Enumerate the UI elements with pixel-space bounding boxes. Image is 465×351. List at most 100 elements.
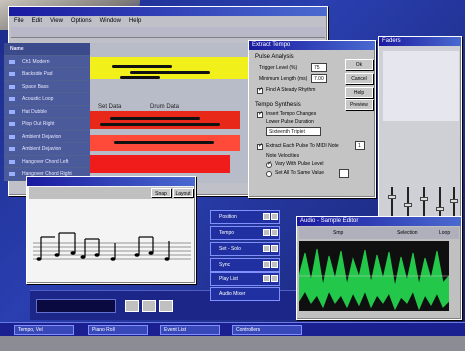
panel-min-icon[interactable] xyxy=(271,229,278,236)
fader-knob[interactable] xyxy=(420,197,428,201)
waveform-display[interactable] xyxy=(299,241,449,311)
panel-min-icon[interactable] xyxy=(271,275,278,282)
same-value-radio[interactable] xyxy=(266,171,272,177)
track-row[interactable]: Ambient Dejavion xyxy=(4,143,90,156)
menu-view[interactable]: View xyxy=(50,17,63,26)
insert-tempo-checkbox[interactable] xyxy=(257,110,263,118)
selection-tab[interactable]: Selection xyxy=(397,229,418,237)
track-row[interactable]: Acoustic Loop xyxy=(4,93,90,106)
track-led-icon xyxy=(9,72,15,76)
taskbar-item-event-list[interactable]: Event List xyxy=(160,325,220,335)
fader-knob[interactable] xyxy=(388,195,396,199)
fader-strip-area xyxy=(383,51,459,121)
smp-tab[interactable]: Smp xyxy=(333,229,343,237)
stop-button[interactable] xyxy=(142,300,156,312)
track-name: Space Bass xyxy=(22,83,49,90)
panel-tempo[interactable]: Tempo xyxy=(210,226,280,240)
note-event[interactable] xyxy=(110,117,200,120)
fader-knob[interactable] xyxy=(450,199,458,203)
panel-sync[interactable]: Sync xyxy=(210,258,280,272)
red-region-bright[interactable] xyxy=(90,155,230,173)
music-staff[interactable] xyxy=(29,203,195,283)
sample-editor-window[interactable]: Audio - Sample Editor Smp Selection Loop xyxy=(296,216,462,320)
loop-tab[interactable]: Loop xyxy=(439,229,450,237)
menu-edit[interactable]: Edit xyxy=(32,17,42,26)
track-row[interactable]: Hat Dubble xyxy=(4,105,90,118)
main-window-title xyxy=(9,7,327,16)
panel-close-icon[interactable] xyxy=(263,245,270,252)
same-value-field[interactable] xyxy=(339,169,349,178)
track-name: Hangover Chord Left xyxy=(22,158,69,165)
extract-each-label: Extract Each Pulse To MIDI Note xyxy=(266,143,339,149)
red-region-dark[interactable] xyxy=(90,111,240,129)
taskbar: Tempo, Vel Piano Roll Event List Control… xyxy=(0,322,465,336)
panel-min-icon[interactable] xyxy=(271,213,278,220)
track-row[interactable]: Plop Out Right xyxy=(4,118,90,131)
panel-min-icon[interactable] xyxy=(271,245,278,252)
note-event[interactable] xyxy=(114,141,214,144)
steady-rhythm-checkbox[interactable] xyxy=(257,86,263,94)
note-velocities-label: Note Velocities xyxy=(266,153,300,159)
menu-options[interactable]: Options xyxy=(71,17,92,26)
menu-file[interactable]: File xyxy=(14,17,24,26)
note-event[interactable] xyxy=(130,71,210,74)
track-row[interactable]: Backside Pad xyxy=(4,68,90,81)
taskbar-item-piano-roll[interactable]: Piano Roll xyxy=(88,325,148,335)
transport-bar[interactable]: Audio Mixer xyxy=(30,287,300,320)
panel-close-icon[interactable] xyxy=(263,261,270,268)
track-row[interactable]: Ambient Dejavion xyxy=(4,130,90,143)
vary-pulse-label: Vary With Pulse Level xyxy=(275,161,324,167)
trigger-level-label: Trigger Level (%) xyxy=(259,65,298,71)
menu-help[interactable]: Help xyxy=(129,17,141,26)
panel-position[interactable]: Position xyxy=(210,210,280,224)
faders-window[interactable]: Faders xyxy=(378,36,462,232)
help-button[interactable]: Help xyxy=(345,87,373,98)
extract-tempo-dialog[interactable]: Extract Tempo Pulse Analysis Trigger Lev… xyxy=(248,40,376,198)
main-toolbar xyxy=(11,27,325,38)
pulse-analysis-heading: Pulse Analysis xyxy=(255,54,294,60)
track-row[interactable]: Ch1 Modern xyxy=(4,55,90,68)
yellow-region[interactable] xyxy=(90,57,250,79)
menu-window[interactable]: Window xyxy=(100,17,121,26)
panel-close-icon[interactable] xyxy=(263,213,270,220)
sample-editor-toolbar xyxy=(299,227,459,239)
extract-each-checkbox[interactable] xyxy=(257,142,263,150)
score-title xyxy=(27,177,195,186)
min-length-field[interactable]: 7.00 xyxy=(311,74,327,83)
preview-button[interactable]: Preview xyxy=(345,99,373,110)
track-led-icon xyxy=(9,172,15,176)
panel-label: Set - Solo xyxy=(219,246,241,252)
fader-knob[interactable] xyxy=(404,203,412,207)
panel-close-icon[interactable] xyxy=(263,275,270,282)
trigger-level-field[interactable]: 75 xyxy=(311,63,327,72)
taskbar-item-tempo[interactable]: Tempo, Vel xyxy=(14,325,74,335)
transport-display xyxy=(36,299,116,313)
arrangement-area[interactable]: Set Data Drum Data xyxy=(90,43,260,183)
panel-min-icon[interactable] xyxy=(271,261,278,268)
track-row[interactable]: Space Bass xyxy=(4,80,90,93)
note-event[interactable] xyxy=(112,65,172,68)
fader-knob[interactable] xyxy=(436,207,444,211)
track-name: Plop Out Right xyxy=(22,121,55,127)
panel-close-icon[interactable] xyxy=(263,229,270,236)
extract-note-field[interactable]: 1 xyxy=(355,141,365,150)
track-led-icon xyxy=(9,84,15,89)
steady-rhythm-label: Find A Steady Rhythm xyxy=(266,87,316,93)
track-row[interactable]: Hangover Chord Left xyxy=(4,155,90,168)
taskbar-item-controllers[interactable]: Controllers xyxy=(232,325,302,335)
score-window[interactable]: Snap Layout xyxy=(26,176,196,284)
note-event[interactable] xyxy=(120,76,160,79)
play-button[interactable] xyxy=(125,300,139,312)
panel-play-list[interactable]: Play List xyxy=(210,272,280,286)
ok-button[interactable]: Ok xyxy=(345,59,373,70)
panel-set-solo[interactable]: Set - Solo xyxy=(210,242,280,256)
vary-pulse-radio[interactable] xyxy=(266,160,272,168)
lower-pulse-select[interactable]: Sixteenth Triplet xyxy=(266,127,321,136)
panel-label: Audio Mixer xyxy=(219,291,246,297)
panel-audio-mixer[interactable]: Audio Mixer xyxy=(210,287,280,301)
cancel-button[interactable]: Cancel xyxy=(345,73,373,84)
snap-button[interactable]: Snap xyxy=(151,188,171,197)
record-button[interactable] xyxy=(159,300,173,312)
note-event[interactable] xyxy=(100,123,220,126)
layout-button[interactable]: Layout xyxy=(173,188,193,197)
